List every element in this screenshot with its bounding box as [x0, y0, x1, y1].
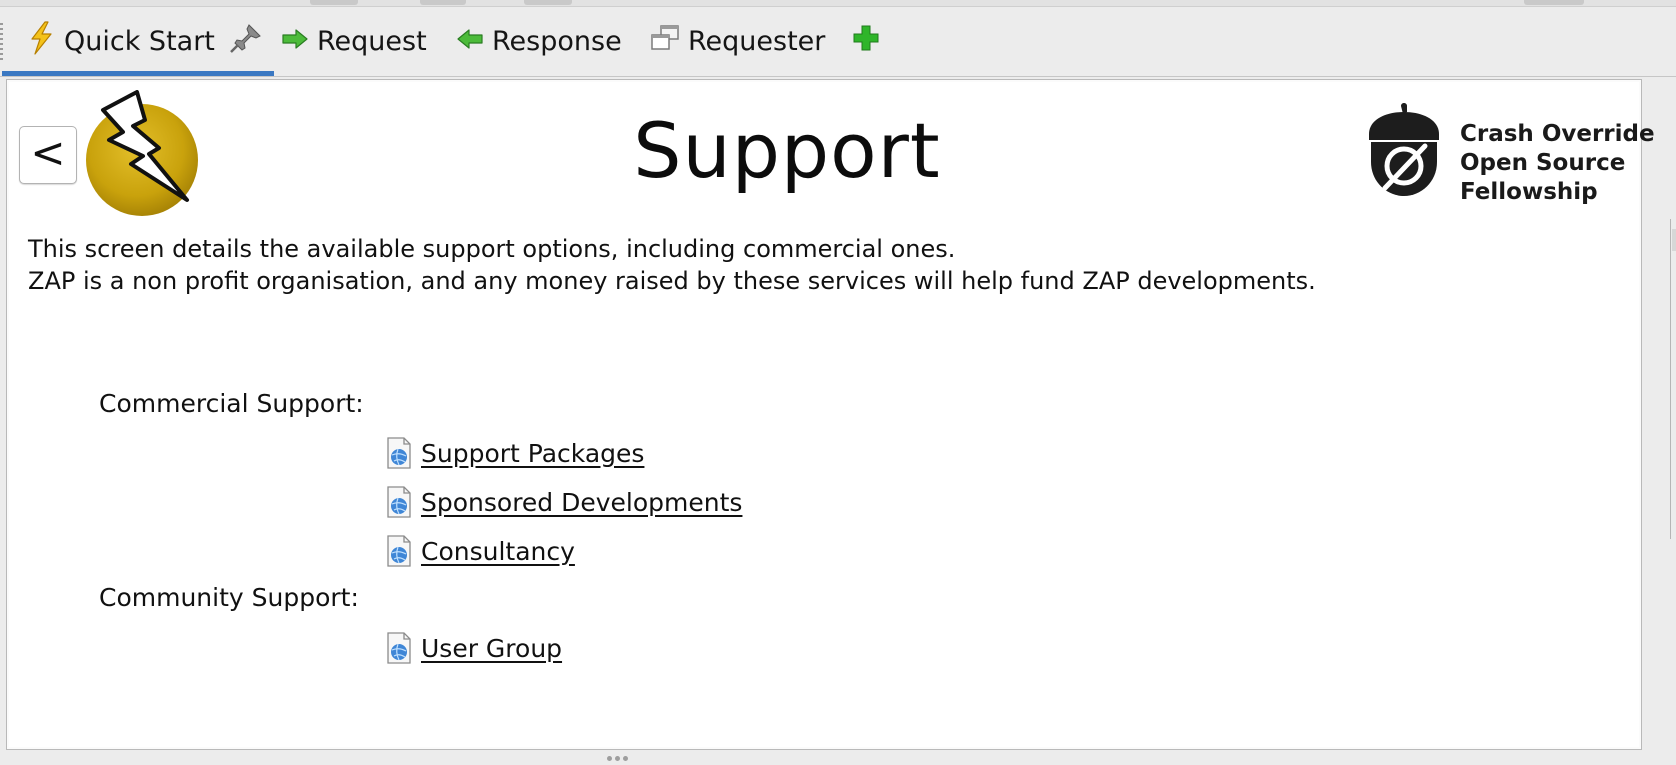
- lightning-icon: [26, 21, 56, 62]
- description-line: This screen details the available suppor…: [28, 235, 956, 263]
- sponsor-line: Open Source: [1460, 150, 1626, 176]
- panel-splitter-handle[interactable]: [607, 746, 637, 761]
- plus-icon: [852, 24, 880, 59]
- tab-label: Quick Start: [64, 26, 215, 57]
- link-label[interactable]: User Group: [421, 634, 562, 663]
- arrow-left-icon: [456, 26, 484, 57]
- description-line: ZAP is a non profit organisation, and an…: [28, 267, 1316, 295]
- web-document-icon: [385, 436, 413, 470]
- tab-label: Requester: [688, 26, 826, 57]
- quick-start-panel: < Support Crash Override Open Source Fel…: [6, 79, 1655, 750]
- web-document-icon: [385, 534, 413, 568]
- active-tab-indicator: [2, 71, 274, 76]
- toolbar-button-stub[interactable]: [420, 0, 466, 5]
- web-document-icon: [385, 485, 413, 519]
- community-support-label: Community Support:: [99, 583, 359, 612]
- windows-icon: [650, 24, 680, 59]
- commercial-support-label: Commercial Support:: [99, 389, 364, 418]
- gutter-divider: [1670, 219, 1671, 539]
- consultancy-link[interactable]: Consultancy: [385, 534, 575, 568]
- top-toolbar-strip: [0, 0, 1676, 7]
- gutter-handle[interactable]: [1672, 229, 1676, 251]
- sponsored-developments-link[interactable]: Sponsored Developments: [385, 485, 742, 519]
- toolbar-button-stub[interactable]: [1524, 0, 1584, 5]
- toolbar-button-stub[interactable]: [310, 0, 358, 5]
- tab-quick-start[interactable]: Quick Start: [2, 7, 274, 76]
- user-group-link[interactable]: User Group: [385, 631, 562, 665]
- link-label[interactable]: Consultancy: [421, 537, 575, 566]
- tab-response[interactable]: Response: [456, 7, 622, 76]
- add-tab-button[interactable]: [852, 7, 880, 76]
- link-label[interactable]: Sponsored Developments: [421, 488, 742, 517]
- tab-requester[interactable]: Requester: [650, 7, 825, 76]
- sponsor-line: Crash Override: [1460, 121, 1655, 147]
- workspace-tab-bar: Quick Start Request Response Requester: [0, 7, 1676, 77]
- sponsor-line: Fellowship: [1460, 179, 1598, 205]
- sponsor-logo: Crash Override Open Source Fellowship: [1363, 102, 1655, 205]
- tab-label: Response: [492, 26, 622, 57]
- pin-icon[interactable]: [229, 22, 263, 61]
- arrow-right-icon: [281, 26, 309, 57]
- page-title: Support: [633, 106, 941, 195]
- page-description: This screen details the available suppor…: [28, 233, 1316, 297]
- toolbar-button-stub[interactable]: [524, 0, 572, 5]
- tab-request[interactable]: Request: [281, 7, 427, 76]
- acorn-icon: [1363, 102, 1445, 202]
- support-packages-link[interactable]: Support Packages: [385, 436, 644, 470]
- tab-label: Request: [317, 26, 427, 57]
- web-document-icon: [385, 631, 413, 665]
- link-label[interactable]: Support Packages: [421, 439, 644, 468]
